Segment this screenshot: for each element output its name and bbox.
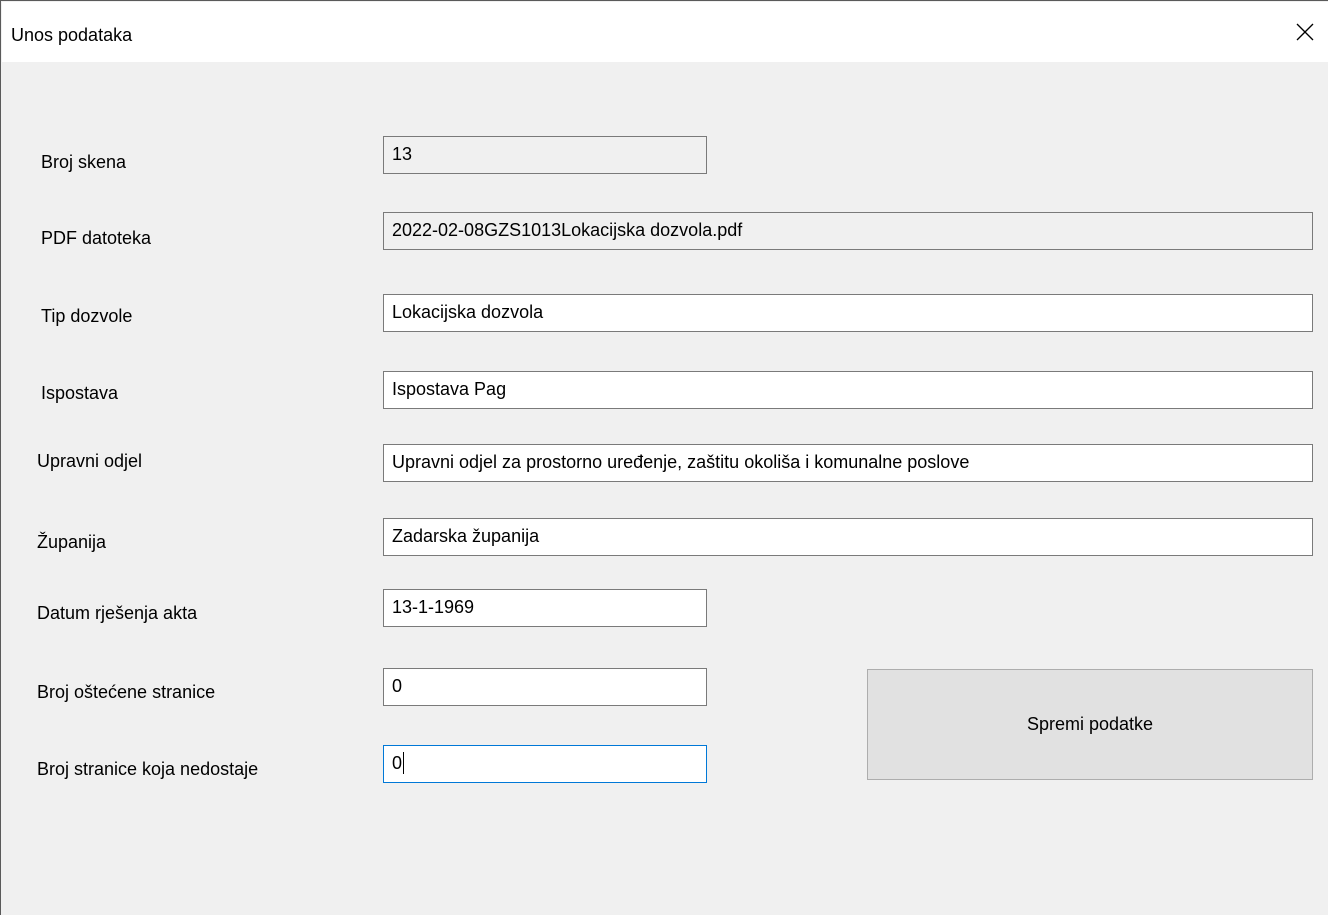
datum-field[interactable]: 13-1-1969: [383, 589, 707, 627]
zupanija-label: Županija: [37, 532, 107, 552]
text-caret: [403, 752, 405, 774]
window-title: Unos podataka: [11, 25, 133, 45]
title-bar: Unos podataka: [2, 2, 1328, 62]
nedostaje-value: 0: [392, 753, 403, 773]
close-button[interactable]: [1282, 2, 1328, 62]
tip-dozvole-field[interactable]: Lokacijska dozvola: [383, 294, 1313, 332]
close-icon: [1296, 23, 1314, 41]
data-entry-window: Unos podataka Broj skena 13 PDF datoteka…: [0, 0, 1328, 915]
nedostaje-label: Broj stranice koja nedostaje: [37, 759, 259, 779]
pdf-datoteka-field[interactable]: 2022-02-08GZS1013Lokacijska dozvola.pdf: [383, 212, 1313, 250]
ostecena-field[interactable]: 0: [383, 668, 707, 706]
broj-skena-label: Broj skena: [41, 152, 127, 172]
ostecena-label: Broj oštećene stranice: [37, 682, 216, 702]
upravni-odjel-label: Upravni odjel: [37, 451, 143, 471]
save-button[interactable]: Spremi podatke: [867, 669, 1313, 780]
zupanija-field[interactable]: Zadarska županija: [383, 518, 1313, 556]
broj-skena-field[interactable]: 13: [383, 136, 707, 174]
upravni-odjel-field[interactable]: Upravni odjel za prostorno uređenje, zaš…: [383, 444, 1313, 482]
nedostaje-field[interactable]: 0: [383, 745, 707, 783]
ispostava-field[interactable]: Ispostava Pag: [383, 371, 1313, 409]
tip-dozvole-label: Tip dozvole: [41, 306, 133, 326]
ispostava-label: Ispostava: [41, 383, 119, 403]
datum-label: Datum rješenja akta: [37, 603, 198, 623]
pdf-datoteka-label: PDF datoteka: [41, 228, 152, 248]
